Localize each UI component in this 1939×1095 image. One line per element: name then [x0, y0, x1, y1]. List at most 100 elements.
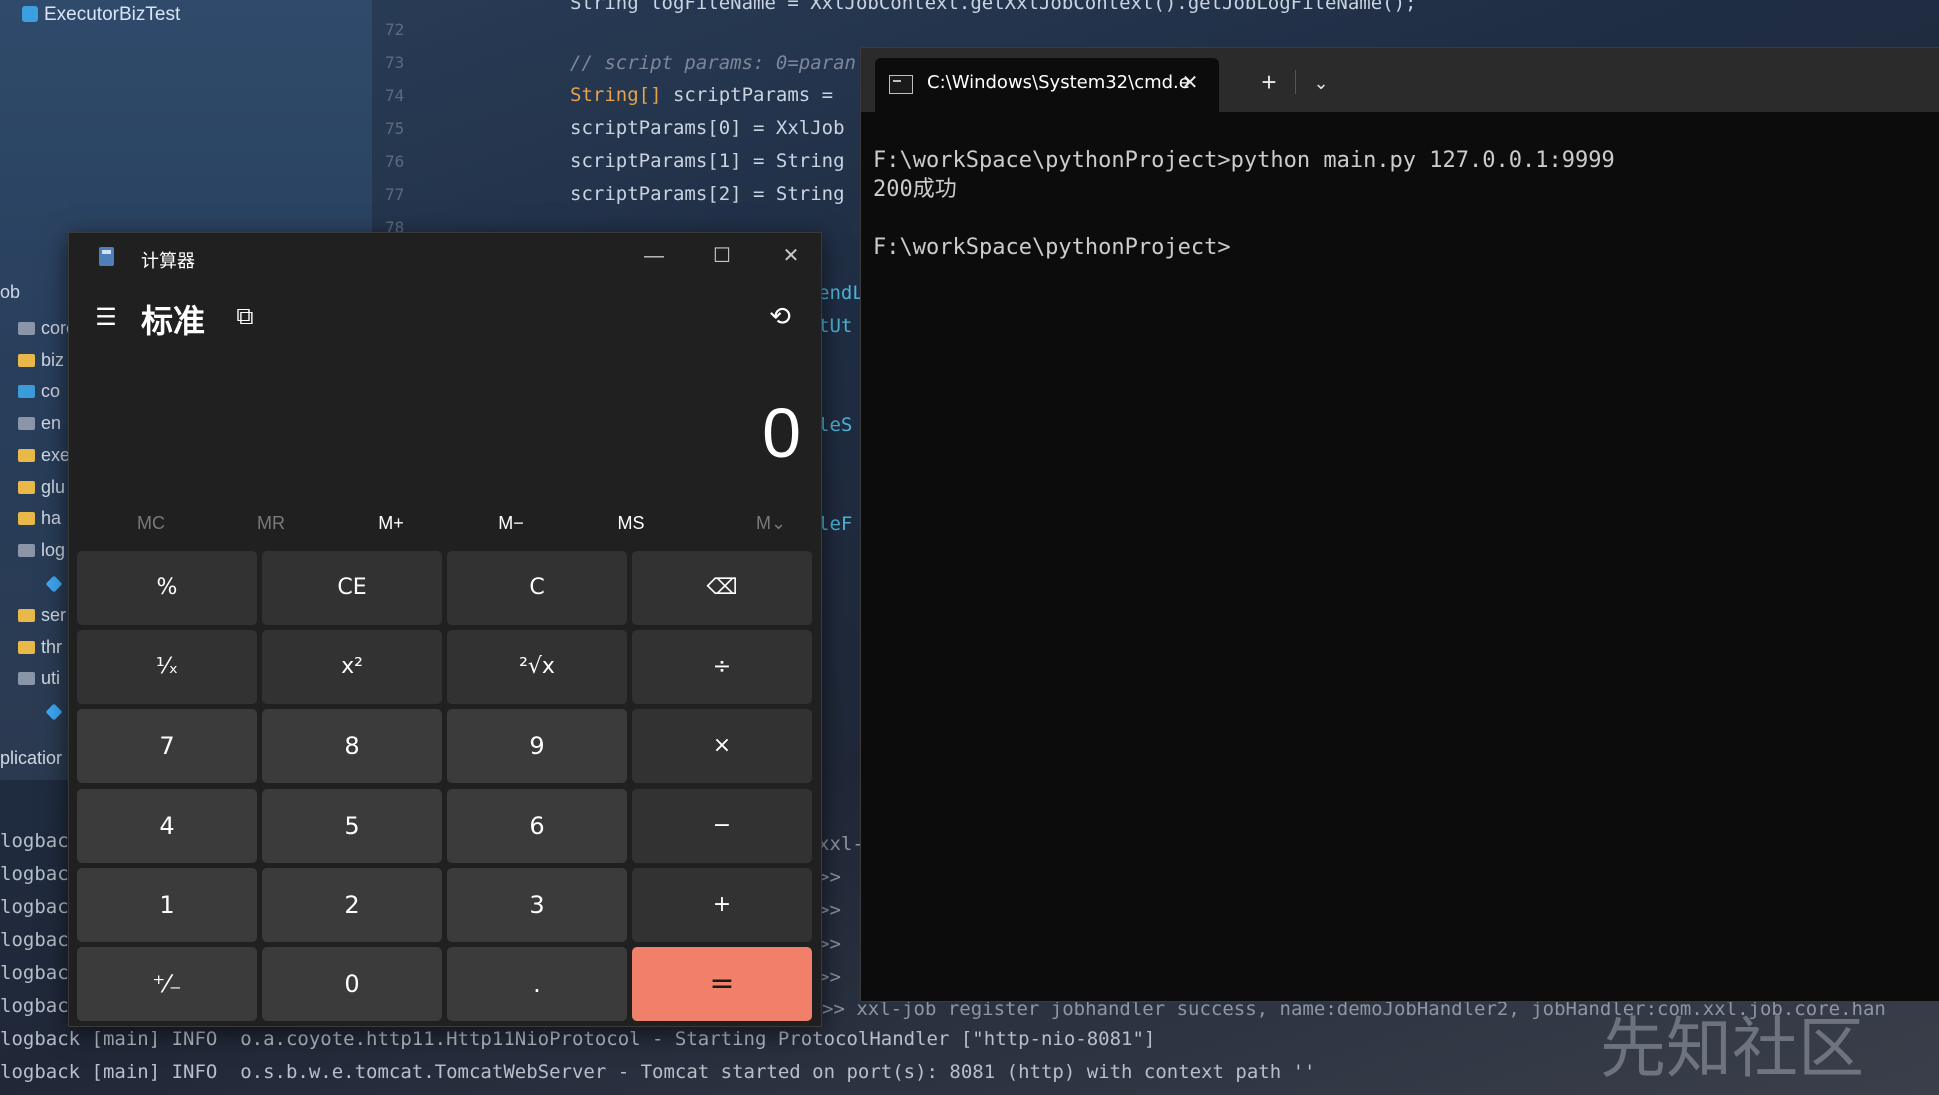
calculator-titlebar[interactable]: 计算器 — ☐ ✕ [69, 233, 821, 277]
line-number: 73 [385, 53, 405, 72]
key-button[interactable]: 5 [262, 789, 442, 863]
folder-icon [18, 672, 35, 685]
calculator-title: 计算器 [141, 251, 195, 271]
tree-item-label: thr [41, 637, 63, 657]
key-button[interactable]: 0 [262, 947, 442, 1021]
history-icon[interactable]: ⟲ [763, 299, 797, 333]
code-fragment: endL [818, 282, 864, 304]
run-config-label[interactable]: plicatior [0, 748, 62, 769]
memory-button[interactable]: MR [211, 505, 331, 541]
tree-item[interactable]: biz [0, 350, 64, 374]
code-fragment: tUt [818, 315, 853, 337]
tree-item-label: glu [41, 477, 66, 497]
line-number: 74 [385, 86, 405, 105]
project-icon [22, 6, 38, 22]
key-button[interactable]: x² [262, 630, 442, 704]
code-line[interactable]: String logFileName = XxlJobContext.getXx… [570, 0, 1416, 14]
key-button[interactable]: ⁺⁄₋ [77, 947, 257, 1021]
log-line: logback [main] INFO o.a.coyote.http11.Ht… [0, 1028, 1156, 1050]
keep-on-top-icon[interactable]: ⧉ [229, 301, 261, 333]
key-button[interactable]: = [632, 947, 812, 1021]
key-button[interactable]: + [632, 868, 812, 942]
key-button[interactable]: ¹⁄ₓ [77, 630, 257, 704]
watermark-logo: 先知社区 [1600, 1010, 1864, 1087]
folder-icon [18, 449, 35, 462]
tree-item[interactable] [0, 573, 66, 597]
key-button[interactable]: 7 [77, 709, 257, 783]
tree-item[interactable]: thr [0, 637, 62, 661]
key-button[interactable]: × [632, 709, 812, 783]
tree-item[interactable]: co [0, 381, 60, 405]
line-number: 77 [385, 185, 405, 204]
tree-item[interactable]: ob [0, 282, 20, 306]
code-comment[interactable]: // script params: 0=paran [570, 52, 856, 74]
maximize-button[interactable]: ☐ [692, 239, 752, 273]
tree-item[interactable]: uti [0, 668, 60, 692]
chevron-down-icon[interactable]: ⌄ [1303, 66, 1339, 100]
memory-button[interactable]: M+ [331, 505, 451, 541]
log-line: logbac [0, 962, 69, 984]
key-button[interactable]: CE [262, 551, 442, 625]
tree-item-label: co [41, 381, 61, 401]
key-button[interactable]: 2 [262, 868, 442, 942]
tree-item[interactable]: ser [0, 605, 66, 629]
key-button[interactable]: ²√x [447, 630, 627, 704]
tree-item[interactable]: exe [0, 445, 70, 469]
log-line: logbac [0, 929, 69, 951]
calculator-keypad: % CE C ⌫ ¹⁄ₓ x² ²√x ÷ 7 8 9 × 4 5 6− 1 2 3 + ⁺⁄₋ 0. = [77, 551, 813, 1021]
log-line: logbac [0, 863, 69, 885]
memory-button[interactable]: M− [451, 505, 571, 541]
log-line: logback [main] INFO o.s.b.w.e.tomcat.Tom… [0, 1061, 1316, 1083]
code-line[interactable]: String[] scriptParams = [570, 84, 845, 106]
tree-item[interactable]: en [0, 413, 61, 437]
memory-button[interactable]: MC [91, 505, 211, 541]
hamburger-menu-icon[interactable]: ☰ [91, 303, 121, 333]
key-button[interactable]: − [632, 789, 812, 863]
key-button[interactable]: . [447, 947, 627, 1021]
folder-icon [18, 322, 35, 335]
terminal-output[interactable]: F:\workSpace\pythonProject>python main.p… [873, 146, 1930, 262]
terminal-tab[interactable]: C:\Windows\System32\cmd.e ✕ [875, 58, 1219, 112]
close-button[interactable]: ✕ [761, 239, 821, 273]
new-tab-button[interactable]: + [1249, 64, 1289, 100]
code-line[interactable]: scriptParams[2] = String [570, 183, 845, 205]
terminal-line: 200成功 [873, 177, 957, 202]
minimize-button[interactable]: — [624, 239, 684, 273]
terminal-line: F:\workSpace\pythonProject> [873, 235, 1231, 260]
project-title-text: ExecutorBizTest [44, 4, 181, 25]
tree-item-label: biz [41, 350, 65, 370]
project-title[interactable]: ExecutorBizTest [22, 4, 180, 26]
key-button[interactable]: 1 [77, 868, 257, 942]
folder-icon [18, 641, 35, 654]
tree-item[interactable] [0, 701, 66, 725]
line-number: 75 [385, 119, 405, 138]
key-button[interactable]: % [77, 551, 257, 625]
tree-item[interactable]: log [0, 540, 65, 564]
key-button[interactable]: 6 [447, 789, 627, 863]
key-button[interactable]: 9 [447, 709, 627, 783]
memory-button[interactable]: MS [571, 505, 691, 541]
tree-item[interactable]: glu [0, 477, 65, 501]
line-number: 72 [385, 20, 405, 39]
terminal-tabbar[interactable]: C:\Windows\System32\cmd.e ✕ + ⌄ [861, 48, 1939, 112]
calculator-display: 0 [762, 394, 801, 472]
close-tab-icon[interactable]: ✕ [1175, 68, 1205, 98]
key-button[interactable]: ÷ [632, 630, 812, 704]
code-line[interactable]: scriptParams[0] = XxlJob [570, 117, 845, 139]
key-button[interactable]: ⌫ [632, 551, 812, 625]
tree-item[interactable]: ha [0, 508, 61, 532]
key-button[interactable]: 8 [262, 709, 442, 783]
key-button[interactable]: 3 [447, 868, 627, 942]
code-text: scriptParams = [661, 84, 845, 106]
tab-divider [1295, 70, 1296, 94]
memory-button[interactable]: M⌄ [711, 505, 831, 541]
key-button[interactable]: 4 [77, 789, 257, 863]
terminal-tab-title: C:\Windows\System32\cmd.e [927, 72, 1190, 93]
code-line[interactable]: scriptParams[1] = String [570, 150, 845, 172]
tree-item[interactable]: core [0, 318, 76, 342]
terminal-window: C:\Windows\System32\cmd.e ✕ + ⌄ F:\workS… [860, 47, 1939, 1002]
folder-icon [18, 481, 35, 494]
tree-item-label: ha [41, 508, 62, 528]
key-button[interactable]: C [447, 551, 627, 625]
